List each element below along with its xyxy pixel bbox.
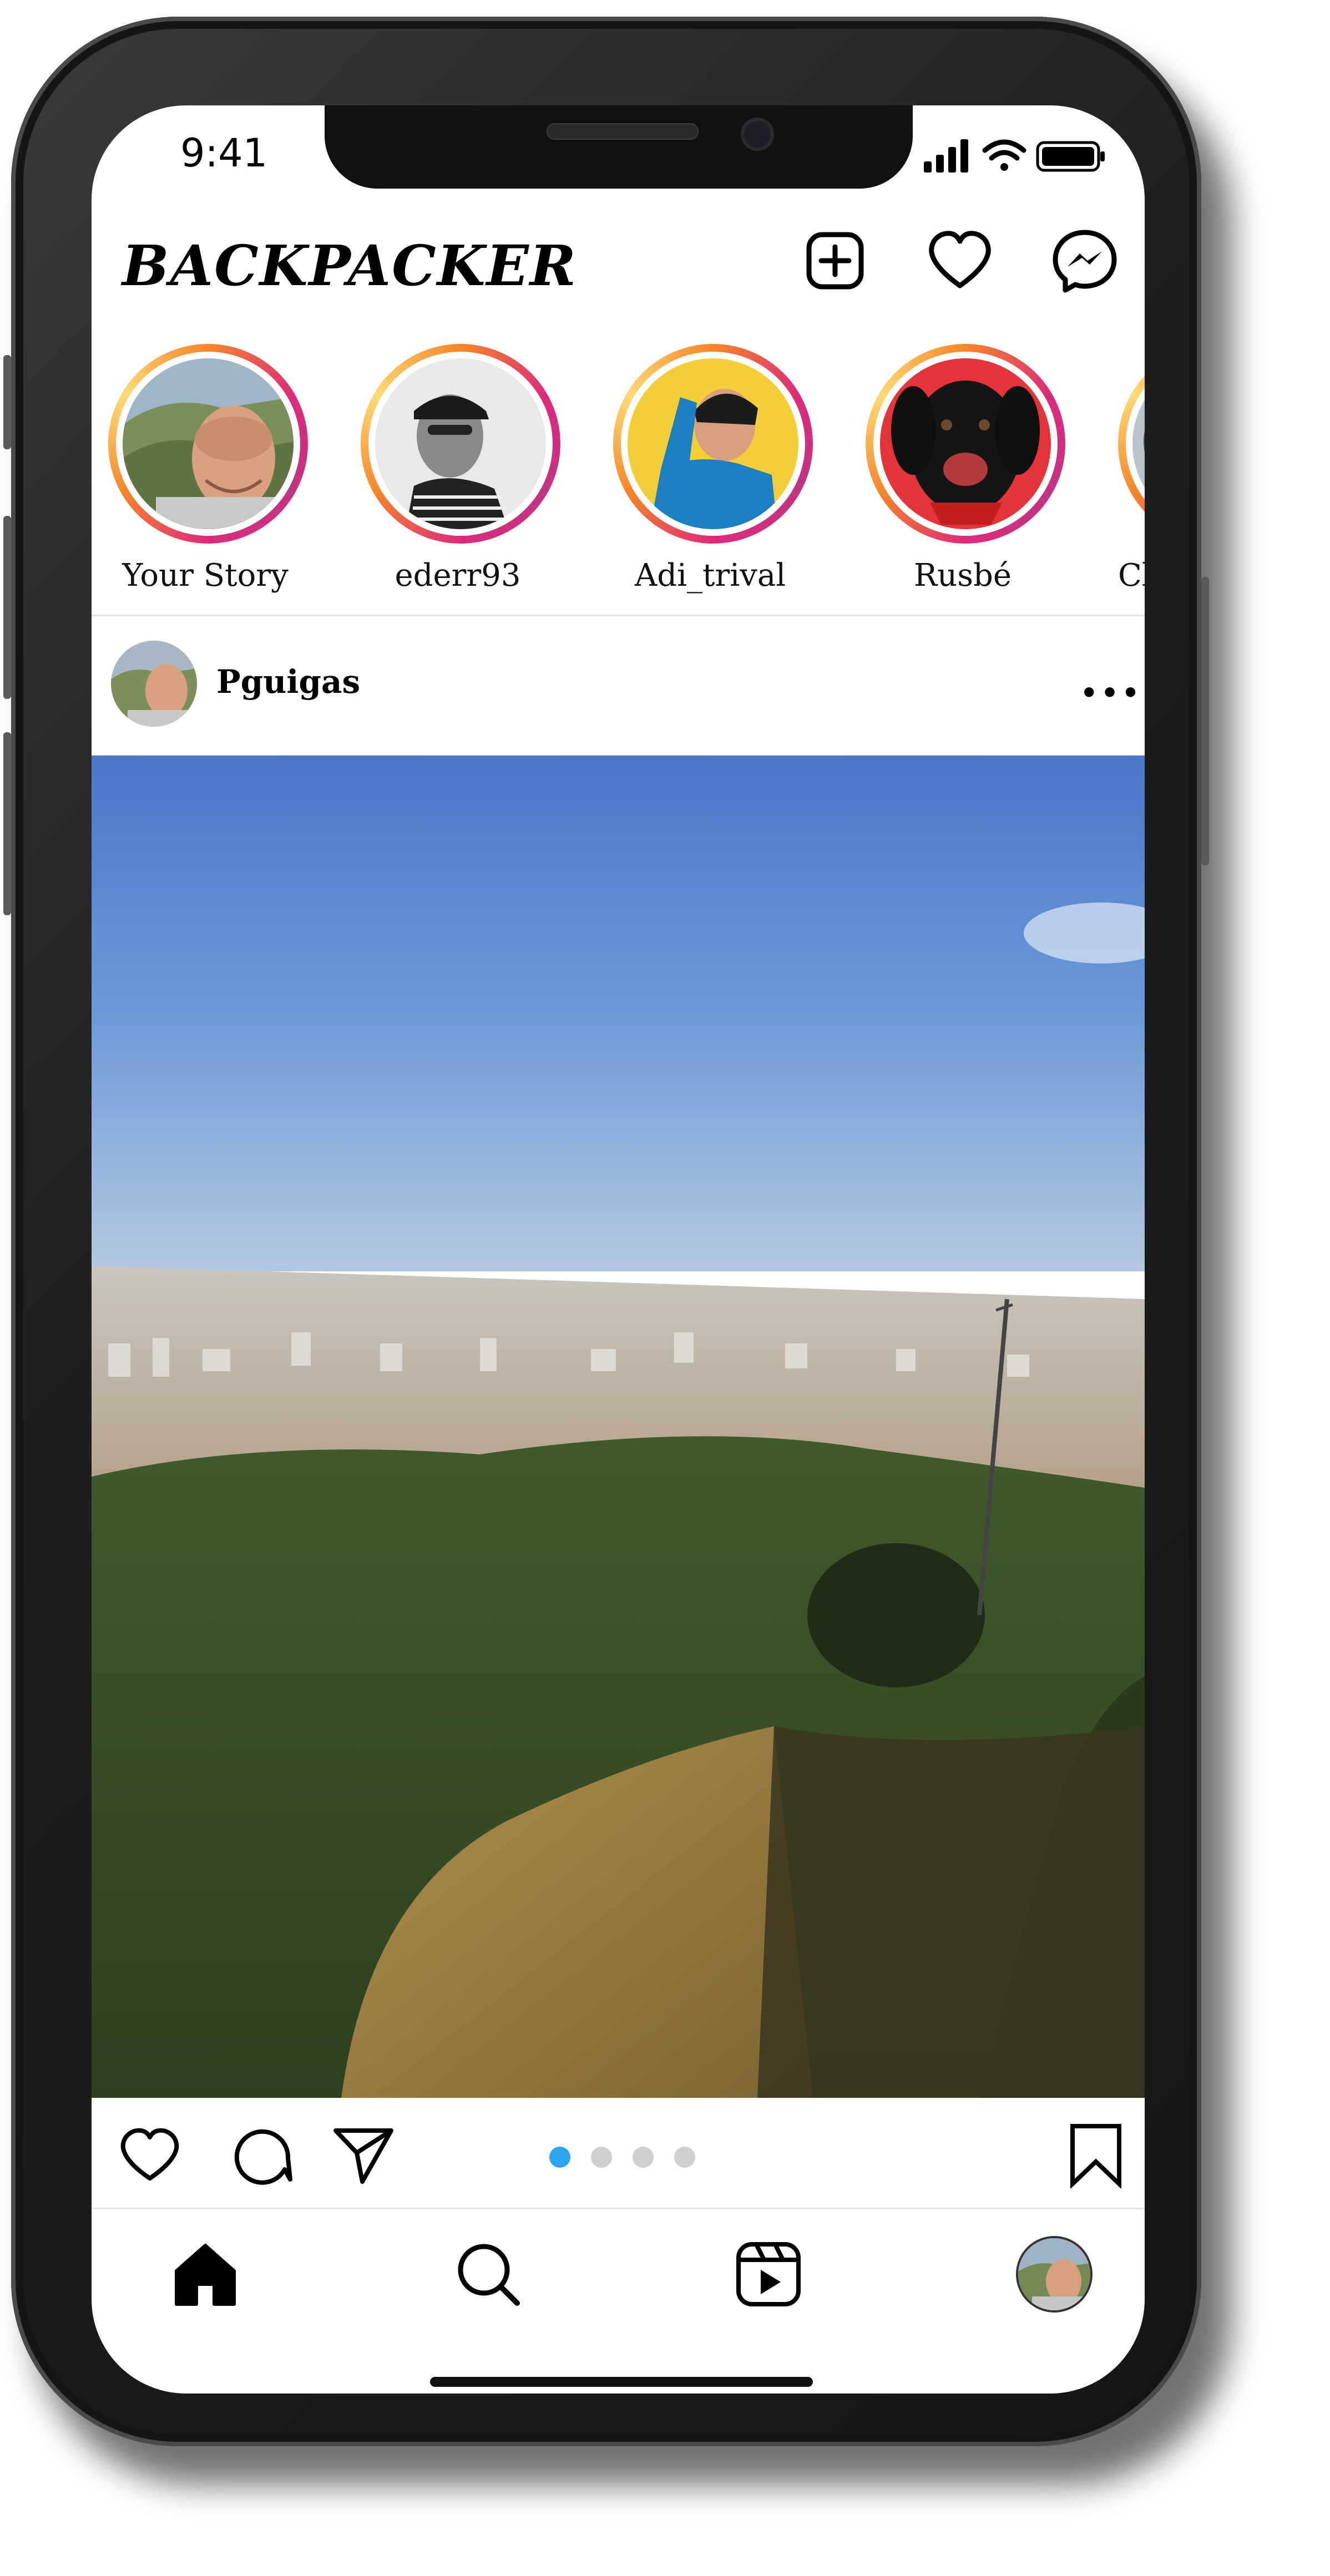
story-ring xyxy=(108,344,308,544)
story-avatar-your-story xyxy=(123,358,294,529)
story-ederr93[interactable]: ederr93 xyxy=(352,344,563,599)
reels-icon[interactable] xyxy=(730,2235,807,2313)
front-camera xyxy=(741,118,774,151)
phone-frame: 9:41 BACKPACKER Your Story ederr93 Adi_t… xyxy=(3,17,1209,2446)
story-avatar-adi-trival xyxy=(628,358,798,529)
story-ring xyxy=(613,344,813,544)
heart-icon[interactable] xyxy=(924,225,996,297)
power-button xyxy=(1201,577,1209,865)
search-icon[interactable] xyxy=(449,2235,527,2313)
home-icon[interactable] xyxy=(166,2235,244,2313)
story-label: Adi_trival xyxy=(634,557,786,594)
carousel-dot xyxy=(674,2147,695,2168)
story-adi-trival[interactable]: Adi_trival xyxy=(605,344,816,599)
home-indicator[interactable] xyxy=(430,2377,813,2387)
carousel-dot-active xyxy=(549,2147,570,2168)
story-rusbe[interactable]: Rusbé xyxy=(857,344,1068,599)
app-logo[interactable]: BACKPACKER xyxy=(122,233,577,298)
story-label: Your Story xyxy=(122,557,289,594)
story-ring xyxy=(1118,344,1145,544)
bookmark-icon[interactable] xyxy=(1063,2122,1129,2188)
like-icon[interactable] xyxy=(117,2122,183,2188)
story-label: Rusbé xyxy=(914,557,1012,594)
status-icons xyxy=(924,139,1105,173)
share-icon[interactable] xyxy=(330,2122,397,2188)
status-time: 9:41 xyxy=(180,130,268,176)
carousel-indicator xyxy=(549,2147,716,2169)
comment-icon[interactable] xyxy=(230,2122,297,2188)
mute-switch xyxy=(3,355,11,449)
more-options-icon[interactable]: ••• xyxy=(1079,674,1141,713)
volume-down-button xyxy=(3,732,11,915)
volume-up-button xyxy=(3,516,11,699)
battery-icon xyxy=(1036,141,1105,172)
carousel-dot xyxy=(633,2147,654,2168)
post-username[interactable]: Pguigas xyxy=(216,663,360,701)
speaker xyxy=(547,123,699,140)
story-avatar-partial xyxy=(1132,358,1145,529)
app-screen: 9:41 BACKPACKER Your Story ederr93 Adi_t… xyxy=(92,105,1145,2394)
story-avatar-rusbe xyxy=(880,358,1051,529)
profile-avatar[interactable] xyxy=(1018,2238,1090,2310)
messenger-icon[interactable] xyxy=(1049,225,1121,297)
add-post-icon[interactable] xyxy=(799,225,871,297)
post-image[interactable] xyxy=(92,755,1145,2098)
post-author-avatar[interactable] xyxy=(111,641,197,727)
notch xyxy=(325,105,913,189)
carousel-dot xyxy=(591,2147,612,2168)
signal-icon xyxy=(924,139,968,173)
story-avatar-ederr93 xyxy=(375,358,546,529)
story-your-story[interactable]: Your Story xyxy=(100,344,311,599)
wifi-icon xyxy=(982,139,1026,171)
story-label: ederr93 xyxy=(395,557,521,594)
nav-divider xyxy=(92,2208,1145,2209)
story-label: Cl xyxy=(1118,557,1145,594)
story-partial[interactable]: Cl xyxy=(1110,344,1145,599)
story-ring xyxy=(866,344,1065,544)
stories-divider xyxy=(92,615,1145,616)
story-ring xyxy=(361,344,560,544)
